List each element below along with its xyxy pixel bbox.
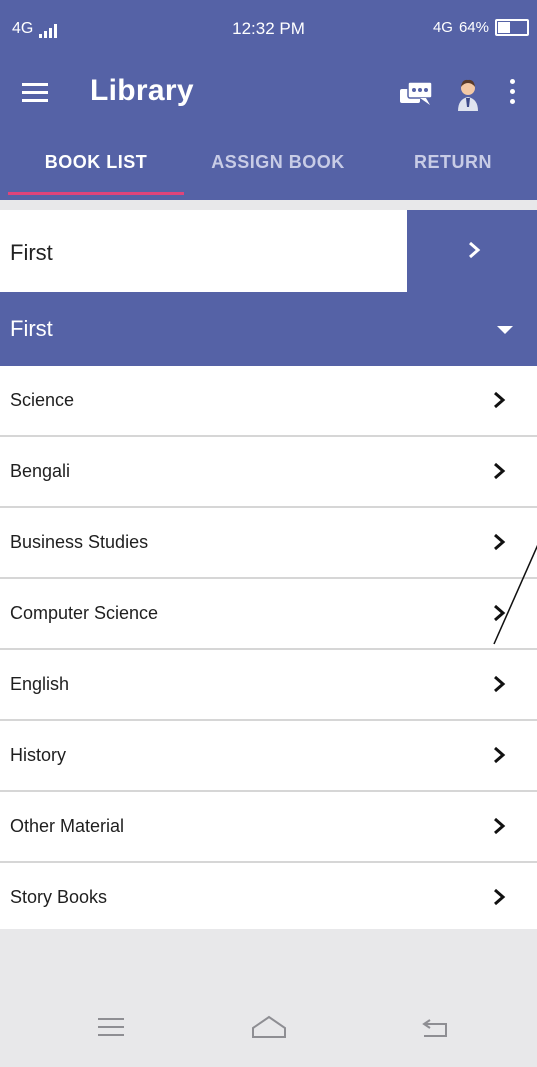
list-item[interactable]: Computer Science <box>0 579 537 650</box>
list-item[interactable]: English <box>0 650 537 721</box>
class-accordion-header[interactable]: First <box>0 292 537 366</box>
subject-label: Science <box>10 390 75 410</box>
tab-bar: BOOK LIST ASSIGN BOOK RETURN <box>0 126 537 200</box>
menu-icon[interactable] <box>22 83 48 103</box>
class-selector-value: First <box>10 240 53 265</box>
subject-label: Business Studies <box>10 532 149 552</box>
nav-menu-icon[interactable] <box>98 1018 124 1036</box>
chevron-right-icon <box>494 533 506 551</box>
caret-down-icon <box>497 326 513 334</box>
list-item[interactable]: History <box>0 721 537 792</box>
chevron-right-icon <box>469 241 481 259</box>
battery-label: 64% <box>458 19 489 36</box>
status-right: 4G 64% <box>433 19 529 36</box>
app-bar: Library <box>0 60 537 126</box>
tab-book-list[interactable]: BOOK LIST <box>8 152 184 173</box>
battery-icon <box>495 19 529 36</box>
subject-list: Science Bengali Business Studies Compute… <box>0 366 537 934</box>
accordion-title: First <box>10 316 53 341</box>
subject-label: Computer Science <box>10 603 159 623</box>
tab-return[interactable]: RETURN <box>370 152 536 173</box>
subject-label: English <box>10 674 70 694</box>
network-right-label: 4G <box>432 19 453 36</box>
list-item[interactable]: Business Studies <box>0 508 537 579</box>
chevron-right-icon <box>494 604 506 622</box>
system-nav-bar <box>0 990 537 1067</box>
subject-label: Bengali <box>10 461 71 481</box>
chevron-right-icon <box>494 746 506 764</box>
list-item[interactable]: Science <box>0 366 537 437</box>
class-selector[interactable]: First <box>0 210 537 292</box>
app-title: Library <box>90 74 194 107</box>
user-avatar-icon[interactable] <box>454 75 482 111</box>
subject-label: Story Books <box>10 887 108 907</box>
chevron-right-icon <box>494 391 506 409</box>
subject-label: Other Material <box>10 816 125 836</box>
nav-home-icon[interactable] <box>249 1014 289 1040</box>
chevron-right-icon <box>494 888 506 906</box>
nav-back-icon[interactable] <box>420 1018 450 1038</box>
library-screen: 4G 12:32 PM 4G 64% Library BOOK LIST ASS… <box>0 0 537 1067</box>
chevron-right-icon <box>494 817 506 835</box>
status-bar: 4G 12:32 PM 4G 64% <box>0 0 537 60</box>
chat-icon[interactable] <box>398 80 434 108</box>
chevron-right-icon <box>494 462 506 480</box>
subject-label: History <box>10 745 67 765</box>
tab-assign-book[interactable]: ASSIGN BOOK <box>190 152 366 173</box>
more-vert-icon[interactable] <box>505 77 519 107</box>
class-selector-button[interactable] <box>407 210 537 292</box>
active-tab-indicator <box>8 192 184 195</box>
chevron-right-icon <box>494 675 506 693</box>
list-item[interactable]: Bengali <box>0 437 537 508</box>
list-item[interactable]: Other Material <box>0 792 537 863</box>
list-item[interactable]: Story Books <box>0 863 537 934</box>
